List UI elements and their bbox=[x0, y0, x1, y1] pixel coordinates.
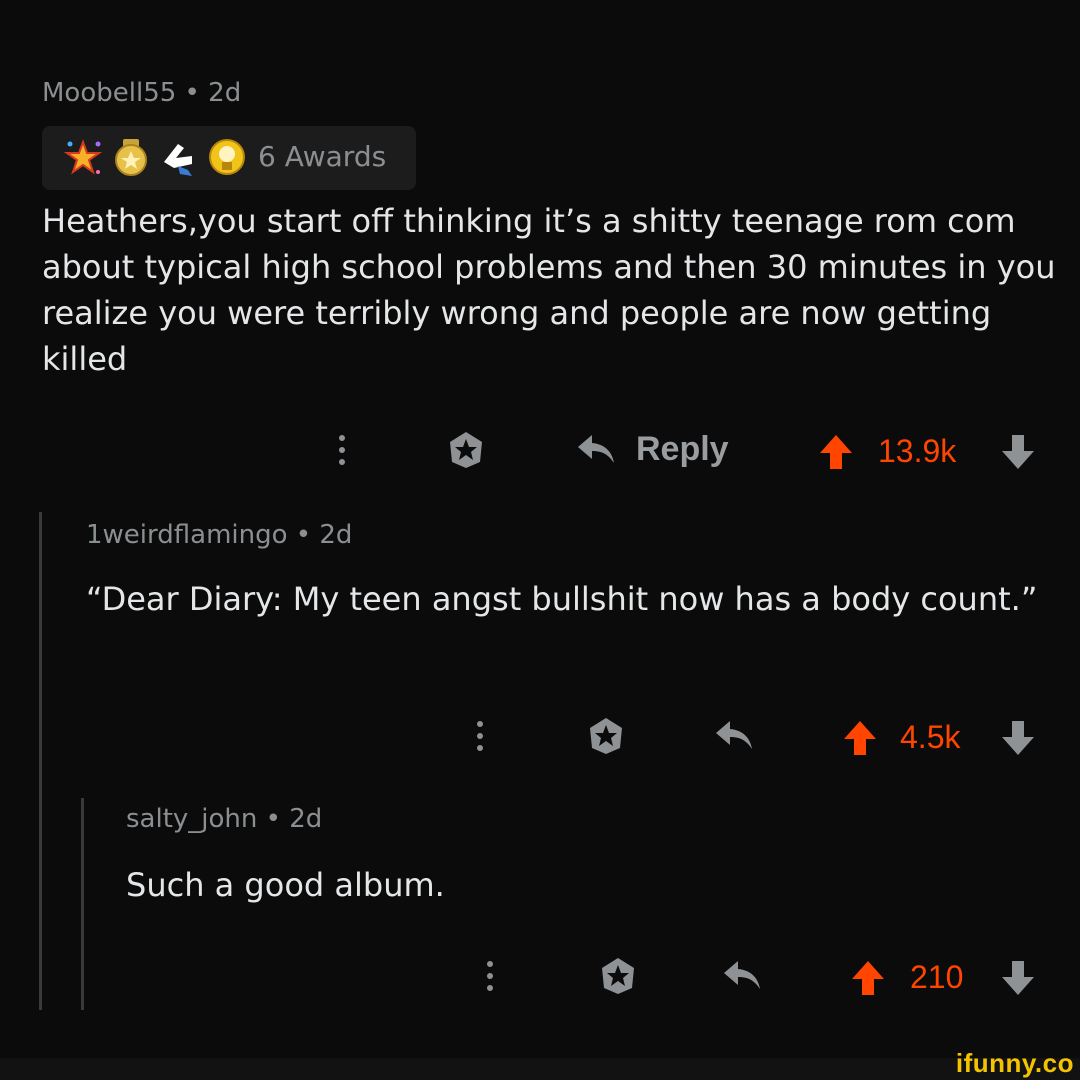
footer-bar bbox=[0, 1058, 1080, 1080]
gold-trophy-award-icon bbox=[209, 139, 245, 175]
sparkle-star-award-icon bbox=[63, 139, 103, 175]
comment-1-downvote-button[interactable] bbox=[996, 430, 1040, 474]
awards-count-label: 6 Awards bbox=[258, 140, 387, 173]
downvote-arrow-icon bbox=[1002, 721, 1034, 755]
comment-2-body: “Dear Diary: My teen angst bullshit now … bbox=[86, 580, 1038, 618]
meta-separator: • bbox=[184, 78, 200, 108]
thread-line-level-1[interactable] bbox=[39, 512, 42, 1010]
reply-arrow-icon bbox=[724, 961, 760, 989]
thread-line-level-2[interactable] bbox=[81, 798, 84, 1010]
comment-3-reply-button[interactable] bbox=[720, 954, 764, 998]
comment-2-age: 2d bbox=[319, 520, 353, 550]
comment-1-reply-label[interactable]: Reply bbox=[636, 430, 729, 469]
comment-1-upvote-button[interactable] bbox=[814, 430, 858, 474]
meta-separator: • bbox=[295, 520, 312, 550]
comment-3-upvote-button[interactable] bbox=[846, 956, 890, 1000]
vertical-dots-icon bbox=[487, 961, 493, 991]
comment-3-downvote-button[interactable] bbox=[996, 956, 1040, 1000]
awards-bar[interactable]: 6 Awards bbox=[42, 126, 416, 190]
award-badge-icon bbox=[590, 718, 622, 754]
vertical-dots-icon bbox=[339, 435, 345, 465]
comment-1-body: Heathers,you start off thinking it’s a s… bbox=[42, 202, 1056, 378]
downvote-arrow-icon bbox=[1002, 435, 1034, 469]
hands-award-icon bbox=[164, 144, 192, 176]
comment-2-header: 1weirdflamingo • 2d bbox=[86, 520, 352, 550]
comment-3-body: Such a good album. bbox=[126, 866, 445, 904]
comment-2-score: 4.5k bbox=[900, 719, 961, 755]
comment-3-score: 210 bbox=[910, 959, 964, 995]
comment-2-downvote-button[interactable] bbox=[996, 716, 1040, 760]
comment-2-username[interactable]: 1weirdflamingo bbox=[86, 520, 288, 550]
comment-1-score: 13.9k bbox=[878, 433, 957, 469]
gold-medal-award-icon bbox=[115, 139, 147, 176]
reply-arrow-icon bbox=[578, 435, 614, 463]
comment-2-upvote-button[interactable] bbox=[838, 716, 882, 760]
comment-3-age: 2d bbox=[289, 804, 323, 834]
reply-arrow-icon bbox=[716, 721, 752, 749]
comment-1-username[interactable]: Moobell55 bbox=[42, 78, 176, 108]
award-badge-icon bbox=[450, 432, 482, 468]
meta-separator: • bbox=[265, 804, 281, 834]
upvote-arrow-icon bbox=[844, 721, 876, 755]
comment-1-award-button[interactable] bbox=[444, 428, 488, 472]
comment-1-age: 2d bbox=[208, 78, 242, 108]
comment-1-header: Moobell55 • 2d bbox=[42, 78, 241, 108]
comment-1-reply-button[interactable] bbox=[574, 428, 618, 472]
upvote-arrow-icon bbox=[852, 961, 884, 995]
comment-2-more-options-button[interactable] bbox=[458, 714, 502, 758]
comment-2-reply-button[interactable] bbox=[712, 714, 756, 758]
comment-3-header: salty_john • 2d bbox=[126, 804, 322, 834]
comment-3-award-button[interactable] bbox=[596, 954, 640, 998]
vertical-dots-icon bbox=[477, 721, 483, 751]
comment-1-more-options-button[interactable] bbox=[320, 428, 364, 472]
upvote-arrow-icon bbox=[820, 435, 852, 469]
comment-3-more-options-button[interactable] bbox=[468, 954, 512, 998]
comment-2-award-button[interactable] bbox=[584, 714, 628, 758]
ifunny-watermark: ifunny.co bbox=[955, 1048, 1074, 1078]
comment-3-username[interactable]: salty_john bbox=[126, 804, 257, 834]
downvote-arrow-icon bbox=[1002, 961, 1034, 995]
award-badge-icon bbox=[602, 958, 634, 994]
